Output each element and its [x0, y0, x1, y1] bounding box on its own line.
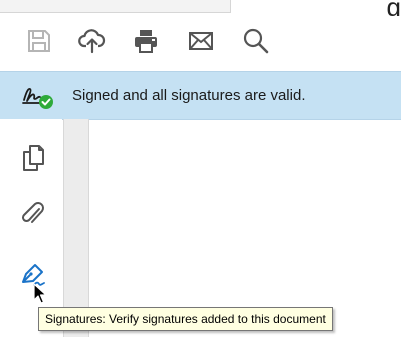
app-window: g Signed and all signatures are valid. S…: [0, 0, 401, 337]
attachments-icon: [21, 202, 44, 223]
attachments-button[interactable]: [17, 198, 49, 230]
save-icon: [28, 30, 50, 52]
signature-status-text: Signed and all signatures are valid.: [72, 87, 306, 104]
main-toolbar: [0, 16, 401, 66]
cloud-upload-icon: [78, 29, 106, 54]
upload-to-cloud-button[interactable]: [77, 26, 107, 56]
signature-status-banner: Signed and all signatures are valid.: [0, 71, 401, 120]
search-icon: [243, 28, 269, 54]
print-icon: [135, 30, 157, 53]
mouse-pointer-icon: [33, 283, 47, 304]
page-thumbnails-button[interactable]: [17, 142, 49, 174]
email-icon: [189, 32, 213, 50]
page-thumbnails-icon: [23, 145, 44, 171]
signatures-tooltip: Signatures: Verify signatures added to t…: [38, 307, 333, 331]
print-button[interactable]: [131, 26, 161, 56]
document-view-strip[interactable]: [63, 119, 89, 337]
search-button[interactable]: [241, 26, 271, 56]
email-button[interactable]: [186, 26, 216, 56]
signature-valid-icon: [22, 88, 53, 109]
window-tab-strip: [0, 0, 231, 13]
left-navigation-panel: [0, 119, 62, 337]
save-button[interactable]: [24, 26, 54, 56]
